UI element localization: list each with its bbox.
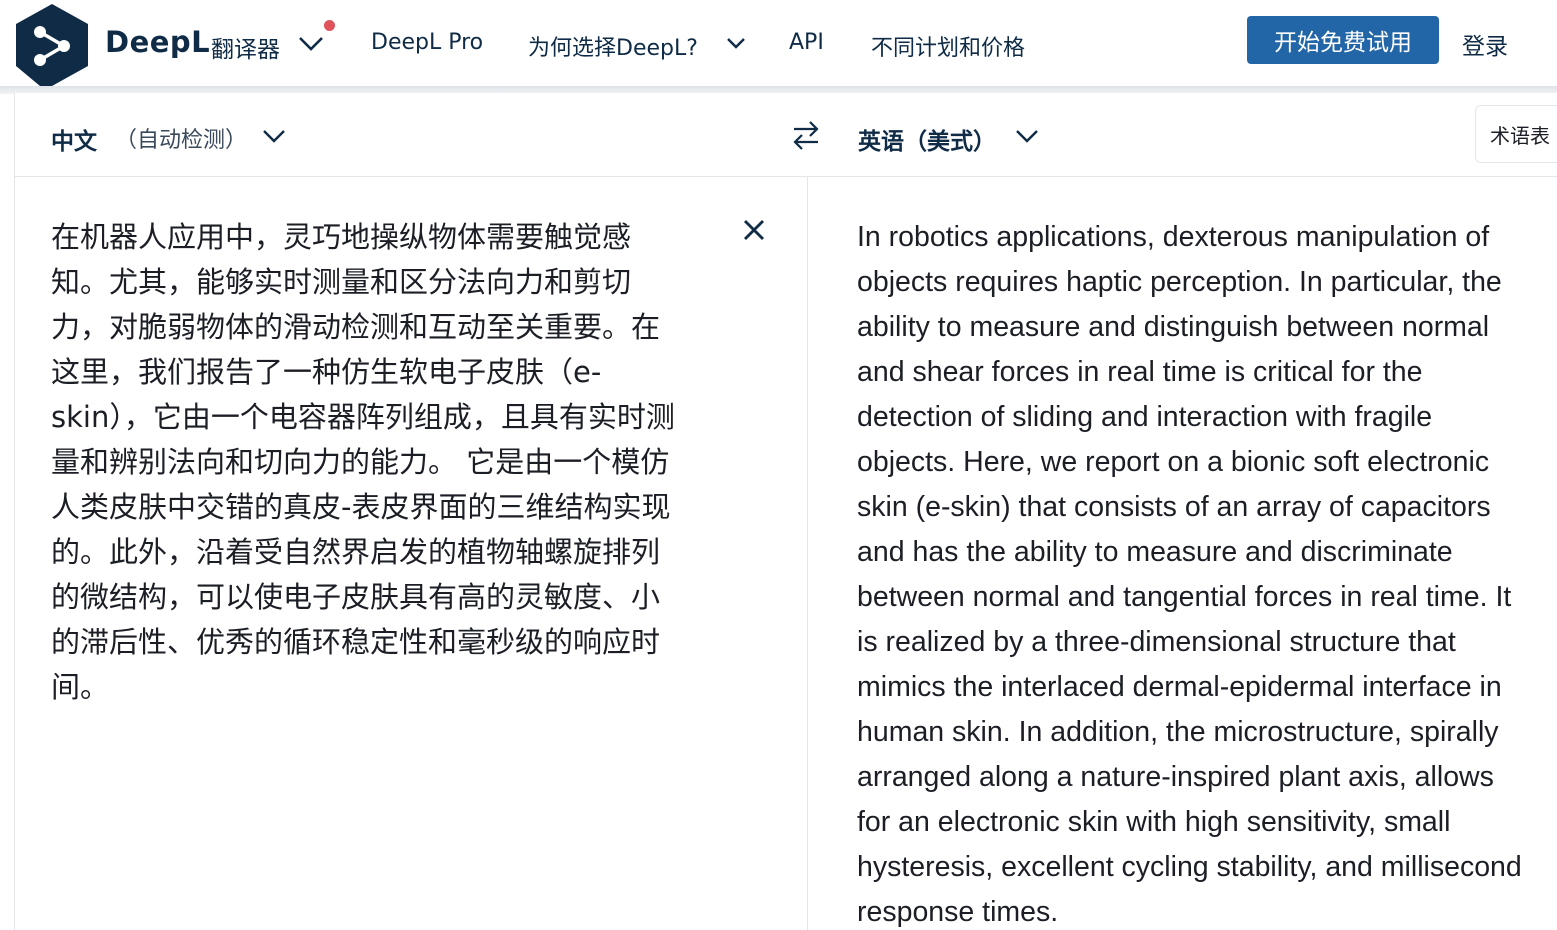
source-text-line: 知。尤其，能够实时测量和区分法向力和剪切 <box>51 265 632 299</box>
chevron-down-icon[interactable] <box>725 33 747 53</box>
target-text-line: for an electronic skin with high sensiti… <box>857 806 1451 838</box>
top-navigation: DeepL 翻译器 DeepL Pro 为何选择DeepL? API 不同计划和… <box>0 0 1557 99</box>
language-bar: 中文 （自动检测） 英语（美式） 术语表 <box>15 93 1557 177</box>
source-text-line: skin），它由一个电容器阵列组成，且具有实时测 <box>51 400 675 434</box>
login-link[interactable]: 登录 <box>1462 27 1508 61</box>
target-language-selector[interactable]: 英语（美式） <box>858 122 996 156</box>
target-text-line: ability to measure and distinguish betwe… <box>857 311 1490 343</box>
target-text-line: objects. Here, we report on a bionic sof… <box>857 446 1490 478</box>
close-icon[interactable] <box>741 217 767 243</box>
target-text-line: arranged along a nature-inspired plant a… <box>857 761 1494 793</box>
chevron-down-icon[interactable] <box>296 30 326 56</box>
target-text-line: is realized by a three-dimensional struc… <box>857 626 1456 658</box>
target-text-line: hysteresis, excellent cycling stability,… <box>857 851 1522 883</box>
glossary-button[interactable]: 术语表 <box>1475 105 1557 163</box>
nav-why-deepl[interactable]: 为何选择DeepL? <box>528 30 698 62</box>
chevron-down-icon[interactable] <box>261 125 287 147</box>
source-text-line: 这里，我们报告了一种仿生软电子皮肤（e- <box>51 355 602 389</box>
target-text-line: and shear forces in real time is critica… <box>857 356 1423 388</box>
brand-name[interactable]: DeepL <box>105 25 210 59</box>
source-text-line: 在机器人应用中，灵巧地操纵物体需要触觉感 <box>51 220 632 254</box>
target-text-line: mimics the interlaced dermal-epidermal i… <box>857 671 1502 703</box>
source-text-line: 量和辨别法向和切向力的能力。 它是由一个模仿 <box>51 445 670 479</box>
source-text-line: 的微结构，可以使电子皮肤具有高的灵敏度、小 <box>51 580 661 614</box>
source-textarea[interactable]: 在机器人应用中，灵巧地操纵物体需要触觉感 知。尤其，能够实时测量和区分法向力和剪… <box>51 215 711 710</box>
source-language-selector[interactable]: 中文 <box>51 122 97 156</box>
source-text-line: 人类皮肤中交错的真皮-表皮界面的三维结构实现 <box>51 490 671 524</box>
source-text-line: 间。 <box>51 670 110 704</box>
nav-api[interactable]: API <box>789 30 824 55</box>
nav-pricing[interactable]: 不同计划和价格 <box>871 30 1025 62</box>
brand-subtitle[interactable]: 翻译器 <box>211 30 280 64</box>
translation-output[interactable]: In robotics applications, dexterous mani… <box>857 215 1557 930</box>
auto-detect-label[interactable]: （自动检测） <box>115 122 247 154</box>
chevron-down-icon[interactable] <box>1014 125 1040 147</box>
swap-languages-icon[interactable] <box>791 118 821 152</box>
nav-deepl-pro[interactable]: DeepL Pro <box>371 30 483 55</box>
translator-panel: 中文 （自动检测） 英语（美式） 术语表 在机器人应用中，灵巧地操纵物体需要触觉… <box>14 93 1557 930</box>
target-text-line: and has the ability to measure and discr… <box>857 536 1453 568</box>
target-text-line: skin (e-skin) that consists of an array … <box>857 491 1491 523</box>
target-text-line: human skin. In addition, the microstruct… <box>857 716 1499 748</box>
target-text-line: detection of sliding and interaction wit… <box>857 401 1433 433</box>
start-free-trial-button[interactable]: 开始免费试用 <box>1247 16 1439 64</box>
target-text-line: response times. <box>857 896 1059 928</box>
source-text-line: 的。此外，沿着受自然界启发的植物轴螺旋排列 <box>51 535 661 569</box>
notification-dot <box>324 20 335 31</box>
target-text-line: In robotics applications, dexterous mani… <box>857 221 1490 253</box>
panel-divider <box>807 177 808 930</box>
source-text-line: 力，对脆弱物体的滑动检测和互动至关重要。在 <box>51 310 661 344</box>
target-text-line: objects requires haptic perception. In p… <box>857 266 1502 298</box>
source-text-line: 的滞后性、优秀的循环稳定性和毫秒级的响应时 <box>51 625 661 659</box>
target-text-line: between normal and tangential forces in … <box>857 581 1512 613</box>
